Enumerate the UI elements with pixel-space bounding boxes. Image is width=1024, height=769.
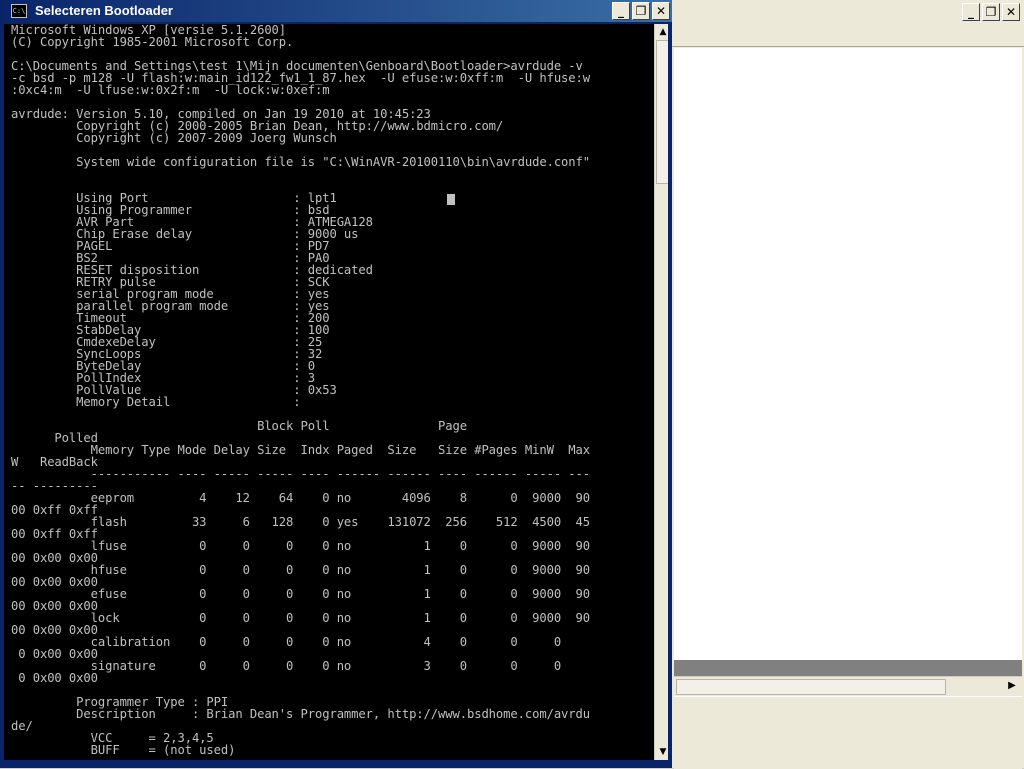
scroll-right-arrow-icon[interactable]: ▶ (1004, 678, 1020, 694)
minimize-button[interactable]: _ (612, 2, 630, 20)
minimize-button[interactable]: _ (962, 3, 980, 21)
console-line: ----------- ---- ----- ----- ---- ------… (11, 467, 591, 481)
bottom-pane (674, 696, 1022, 769)
console-line: System wide configuration file is "C:\Wi… (11, 155, 591, 169)
console-line: Description : Brian Dean's Programmer, h… (11, 707, 591, 721)
console-line: lfuse 0 0 0 0 no 1 0 0 9000 90 (11, 539, 591, 553)
status-strip (674, 660, 1022, 676)
background-window-controls: _ ❐ ✕ (962, 3, 1020, 21)
console-line: eeprom 4 12 64 0 no 4096 8 0 9000 90 (11, 491, 591, 505)
console-line: efuse 0 0 0 0 no 1 0 0 9000 90 (11, 587, 591, 601)
console-line: signature 0 0 0 0 no 3 0 0 0 (11, 659, 562, 673)
console-line: Block Poll Page (11, 419, 467, 433)
console-line: Copyright (c) 2007-2009 Joerg Wunsch (11, 131, 337, 145)
console-window[interactable]: C:\ Selecteren Bootloader _ ❐ ✕ Microsof… (0, 0, 672, 768)
window-bottom-border (0, 760, 672, 768)
background-window[interactable]: _ ❐ ✕ ▶ (672, 0, 1024, 769)
background-window-titlebar[interactable]: _ ❐ ✕ (672, 0, 1024, 24)
console-line: :0xc4:m -U lfuse:w:0x2f:m -U lock:w:0xef… (11, 83, 330, 97)
horizontal-scrollbar[interactable]: ▶ (674, 676, 1022, 695)
console-line: Memory Detail : (11, 395, 301, 409)
close-button[interactable]: ✕ (1002, 3, 1020, 21)
restore-button[interactable]: ❐ (982, 3, 1000, 21)
document-area[interactable] (674, 48, 1022, 660)
vertical-scrollbar[interactable]: ▲ ▼ (654, 24, 668, 760)
console-line: lock 0 0 0 0 no 1 0 0 9000 90 (11, 611, 591, 625)
console-line: 0 0x00 0x00 (11, 671, 98, 685)
console-text: Microsoft Windows XP [versie 5.1.2600] (C… (11, 24, 655, 760)
scroll-down-arrow-icon[interactable]: ▼ (655, 744, 668, 760)
scrollbar-thumb[interactable] (656, 40, 668, 184)
command-prompt-icon[interactable]: C:\ (11, 4, 27, 18)
window-controls: _ ❐ ✕ (612, 2, 670, 20)
scrollbar-thumb[interactable] (676, 679, 946, 695)
console-output-area[interactable]: Microsoft Windows XP [versie 5.1.2600] (C… (4, 24, 668, 760)
text-cursor (447, 194, 455, 205)
console-line: flash 33 6 128 0 yes 131072 256 512 4500… (11, 515, 591, 529)
console-line: hfuse 0 0 0 0 no 1 0 0 9000 90 (11, 563, 591, 577)
console-line: Memory Type Mode Delay Size Indx Paged S… (11, 443, 591, 457)
scroll-up-arrow-icon[interactable]: ▲ (655, 24, 668, 40)
console-line: calibration 0 0 0 0 no 4 0 0 0 (11, 635, 562, 649)
console-line: (C) Copyright 1985-2001 Microsoft Corp. (11, 35, 294, 49)
close-button[interactable]: ✕ (652, 2, 670, 20)
console-line: BUFF = (not used) (11, 743, 236, 757)
console-titlebar[interactable]: C:\ Selecteren Bootloader _ ❐ ✕ (0, 0, 672, 22)
window-title: Selecteren Bootloader (35, 3, 173, 18)
background-window-toolbar (672, 24, 1024, 47)
maximize-button[interactable]: ❐ (632, 2, 650, 20)
